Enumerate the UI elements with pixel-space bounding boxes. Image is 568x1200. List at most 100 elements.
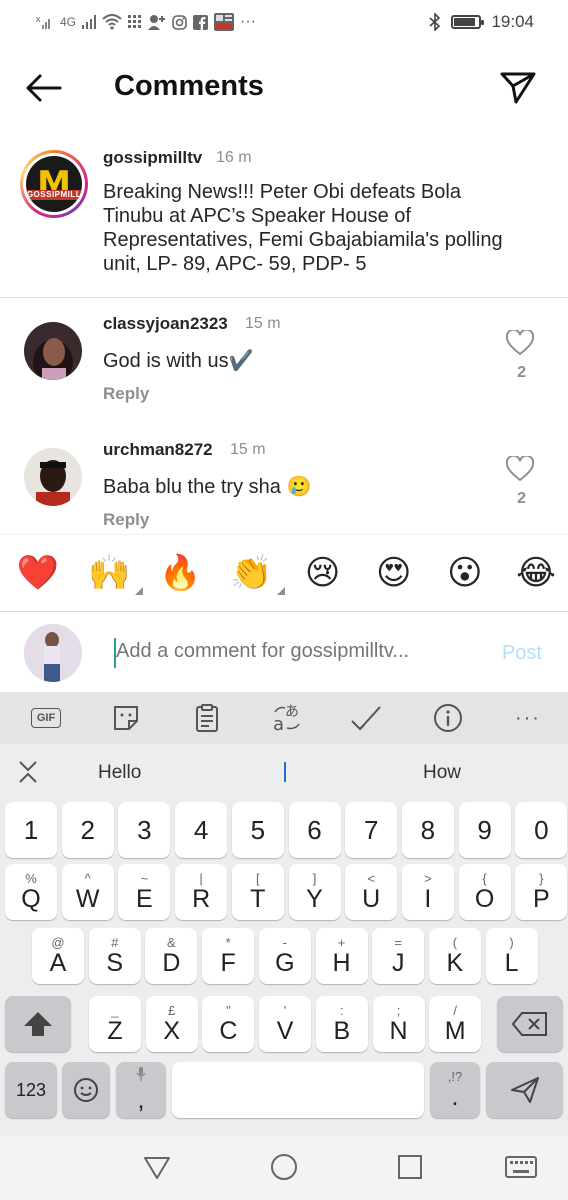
network-type: 4G: [60, 15, 77, 29]
suggestion-right[interactable]: How: [423, 762, 461, 784]
key-j[interactable]: = J: [372, 928, 425, 984]
key-5[interactable]: 5: [231, 802, 284, 858]
suggestion-middle-cursor[interactable]: [284, 762, 286, 782]
home-circle-icon[interactable]: [269, 1152, 299, 1182]
space-key[interactable]: [172, 1062, 424, 1118]
key-a[interactable]: @ A: [32, 928, 84, 984]
reply-button[interactable]: Reply: [103, 510, 149, 530]
key-z[interactable]: _ Z: [89, 996, 141, 1052]
key-label: 4: [193, 815, 209, 845]
key-q[interactable]: % Q: [5, 864, 57, 920]
key-0[interactable]: 0: [515, 802, 568, 858]
key-label: V: [276, 1016, 294, 1045]
more-button[interactable]: ···: [508, 698, 548, 738]
key-e[interactable]: ~ E: [118, 864, 171, 920]
caption-username[interactable]: gossipmilltv: [103, 148, 202, 168]
keyboard-switch-icon[interactable]: [504, 1152, 538, 1182]
key-n[interactable]: ; N: [372, 996, 425, 1052]
emoji-key[interactable]: [62, 1062, 110, 1118]
comment-input[interactable]: [116, 640, 476, 663]
key-9[interactable]: 9: [458, 802, 511, 858]
sticker-button[interactable]: [106, 698, 146, 738]
key-t[interactable]: [T: [231, 864, 284, 920]
key-h[interactable]: + H: [315, 928, 368, 984]
post-button[interactable]: Post: [502, 642, 542, 665]
clipboard-button[interactable]: [187, 698, 227, 738]
key-label: X: [163, 1016, 181, 1045]
key-u[interactable]: < U: [345, 864, 398, 920]
recents-square-icon[interactable]: [395, 1152, 425, 1182]
emoji-surprised[interactable]: 😮: [441, 549, 489, 597]
handwriting-button[interactable]: [347, 698, 387, 738]
key-6[interactable]: 6: [288, 802, 341, 858]
numbers-switch-key[interactable]: 123: [5, 1062, 57, 1118]
key-r[interactable]: | R: [175, 864, 228, 920]
key-b[interactable]: :B: [315, 996, 368, 1052]
key-d[interactable]: & D: [145, 928, 198, 984]
suggestion-left[interactable]: Hello: [98, 762, 141, 784]
grid-icon: [128, 15, 142, 28]
key-7[interactable]: 7: [345, 802, 398, 858]
key-g[interactable]: -G: [258, 928, 311, 984]
info-button[interactable]: [428, 698, 468, 738]
caption-avatar[interactable]: M GOSSIPMILL: [20, 150, 88, 218]
comment-text: Baba blu the try sha 🥲: [103, 476, 312, 498]
key-3[interactable]: 3: [118, 802, 171, 858]
avatar[interactable]: [24, 322, 82, 380]
key-l[interactable]: ) L: [485, 928, 538, 984]
key-w[interactable]: ^ W: [61, 864, 114, 920]
keyboard-toolbar: GIF aあ ···: [0, 692, 568, 744]
key-o[interactable]: {O: [458, 864, 511, 920]
emoji-clap[interactable]: 👏: [227, 549, 286, 597]
back-triangle-icon[interactable]: [142, 1152, 172, 1182]
clock: 19:04: [491, 12, 534, 31]
backspace-key[interactable]: [497, 996, 563, 1052]
key-1[interactable]: 1: [5, 802, 57, 858]
comma-key[interactable]: ,: [116, 1062, 166, 1118]
paper-plane-icon: [500, 72, 536, 104]
key-4[interactable]: 4: [175, 802, 228, 858]
key-k[interactable]: (K: [428, 928, 481, 984]
gif-button[interactable]: GIF: [26, 698, 66, 738]
key-s[interactable]: # S: [88, 928, 141, 984]
period-key[interactable]: ,!?.: [430, 1062, 480, 1118]
key-label: D: [162, 948, 181, 977]
avatar[interactable]: [24, 448, 82, 506]
key-i[interactable]: > I: [401, 864, 454, 920]
key-p[interactable]: } P: [515, 864, 568, 920]
shift-key[interactable]: [5, 996, 71, 1052]
key-label: M: [444, 1016, 466, 1045]
emoji-crying[interactable]: 😢: [299, 549, 347, 597]
emoji-heart[interactable]: ❤️: [14, 549, 62, 597]
emoji-raised-hands[interactable]: 🙌: [85, 549, 144, 597]
logo-text: GOSSIPMILL: [26, 190, 82, 200]
key-2[interactable]: 2: [61, 802, 114, 858]
share-button[interactable]: [498, 66, 538, 106]
collapse-keyboard-icon[interactable]: [14, 758, 42, 786]
key-8[interactable]: 8: [401, 802, 454, 858]
emoji-laughing[interactable]: 😂: [512, 549, 560, 597]
emoji-heart-eyes[interactable]: 😍: [370, 549, 418, 597]
translate-button[interactable]: aあ: [267, 698, 307, 738]
back-button[interactable]: [24, 68, 64, 108]
key-v[interactable]: ' V: [259, 996, 312, 1052]
system-nav-bar: [0, 1136, 568, 1200]
reply-button[interactable]: Reply: [103, 384, 149, 404]
key-f[interactable]: * F: [202, 928, 255, 984]
key-c[interactable]: " C: [202, 996, 255, 1052]
key-y[interactable]: ] Y: [288, 864, 341, 920]
caption-time: 16 m: [216, 149, 252, 166]
gossipmill-logo: M GOSSIPMILL: [26, 156, 82, 212]
like-button[interactable]: [505, 328, 535, 356]
comment-time: 15 m: [245, 315, 281, 332]
key-x[interactable]: £ X: [145, 996, 198, 1052]
key-label: T: [250, 884, 266, 913]
like-button[interactable]: [505, 454, 535, 482]
gif-icon: GIF: [30, 708, 62, 728]
emoji-fire[interactable]: 🔥: [156, 549, 204, 597]
comment-username[interactable]: classyjoan2323: [103, 314, 228, 334]
comment-username[interactable]: urchman8272: [103, 440, 213, 460]
suggestion-strip: Hello How: [0, 744, 568, 800]
send-key[interactable]: [486, 1062, 563, 1118]
key-m[interactable]: / M: [429, 996, 482, 1052]
